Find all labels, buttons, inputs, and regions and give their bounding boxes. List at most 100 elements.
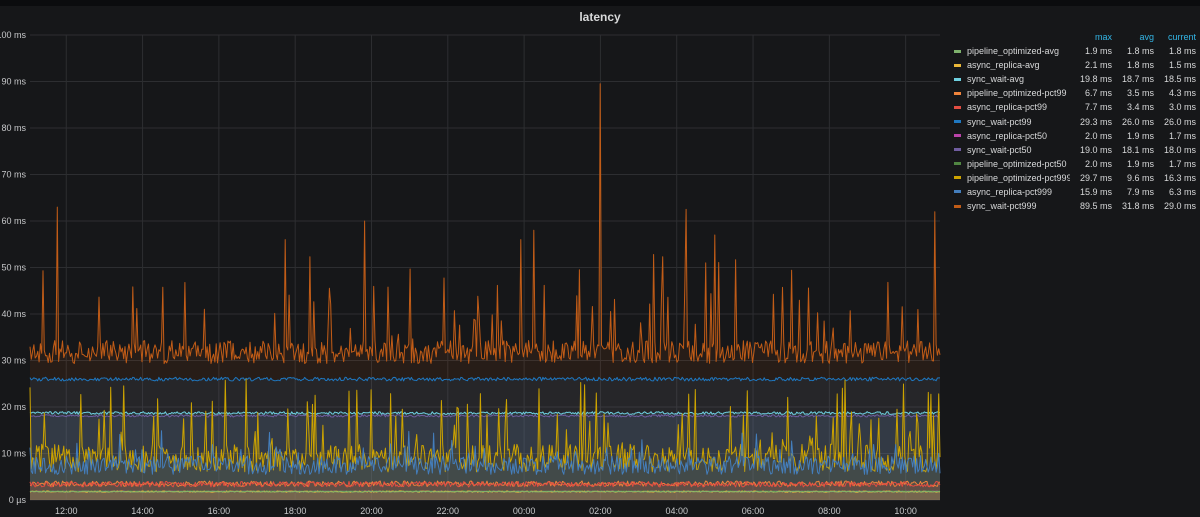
- legend-value-max: 19.0 ms: [1079, 144, 1112, 155]
- legend-value-max: 89.5 ms: [1079, 201, 1112, 212]
- y-tick-label: 100 ms: [0, 30, 26, 40]
- y-tick-label: 50 ms: [1, 263, 26, 273]
- legend-series-name[interactable]: pipeline_optimized-pct999: [967, 173, 1070, 183]
- y-tick-label: 60 ms: [1, 216, 26, 226]
- x-tick-label: 14:00: [131, 506, 154, 516]
- legend-series-name[interactable]: async_replica-avg: [967, 60, 1070, 70]
- legend-value-avg: 3.4 ms: [1126, 102, 1154, 113]
- x-tick-label: 06:00: [742, 506, 765, 516]
- legend-value-current: 4.3 ms: [1168, 88, 1196, 99]
- x-tick-label: 08:00: [818, 506, 841, 516]
- legend-series-name[interactable]: sync_wait-pct50: [967, 145, 1070, 155]
- legend-value-current: 3.0 ms: [1168, 102, 1196, 113]
- legend-value-current: 6.3 ms: [1168, 186, 1196, 197]
- legend-series-name[interactable]: pipeline_optimized-avg: [967, 46, 1070, 56]
- legend-value-max: 2.1 ms: [1084, 60, 1112, 71]
- legend-value-current: 16.3 ms: [1163, 172, 1196, 183]
- legend-value-max: 6.7 ms: [1084, 88, 1112, 99]
- legend-series-name[interactable]: async_replica-pct50: [967, 131, 1070, 141]
- x-tick-label: 02:00: [589, 506, 612, 516]
- legend-rows: pipeline_optimized-avg 1.9 ms 1.8 ms 1.8 ms…: [950, 44, 1196, 213]
- legend-col-current[interactable]: current: [1154, 32, 1196, 42]
- y-tick-label: 80 ms: [1, 123, 26, 133]
- legend-value-current: 1.7 ms: [1168, 158, 1196, 169]
- y-tick-label: 20 ms: [1, 402, 26, 412]
- legend-item[interactable]: sync_wait-pct50 19.0 ms 18.1 ms 18.0 ms: [950, 143, 1196, 157]
- legend-value-current: 1.7 ms: [1168, 130, 1196, 141]
- legend-value-avg: 7.9 ms: [1126, 186, 1154, 197]
- x-tick-label: 22:00: [437, 506, 460, 516]
- legend-value-avg: 1.9 ms: [1126, 158, 1154, 169]
- legend-series-name[interactable]: sync_wait-pct99: [967, 117, 1070, 127]
- legend-col-max[interactable]: max: [1070, 32, 1112, 42]
- legend: max avg current pipeline_optimized-avg 1.…: [950, 30, 1196, 213]
- legend-value-max: 7.7 ms: [1084, 102, 1112, 113]
- latency-panel: latency 0 µs 10 ms 20 ms 30 ms 40 ms 50 ms 60 …: [0, 0, 1200, 517]
- legend-value-max: 2.0 ms: [1084, 130, 1112, 141]
- legend-value-avg: 18.7 ms: [1121, 74, 1154, 85]
- legend-value-avg: 9.6 ms: [1126, 172, 1154, 183]
- x-tick-label: 18:00: [284, 506, 307, 516]
- legend-value-current: 1.8 ms: [1168, 46, 1196, 57]
- y-tick-label: 40 ms: [1, 309, 26, 319]
- y-tick-label: 30 ms: [1, 356, 26, 366]
- legend-series-name[interactable]: sync_wait-avg: [967, 74, 1070, 84]
- legend-series-name[interactable]: pipeline_optimized-pct99: [967, 88, 1070, 98]
- legend-value-avg: 31.8 ms: [1121, 201, 1154, 212]
- legend-item[interactable]: sync_wait-pct999 89.5 ms 31.8 ms 29.0 ms: [950, 199, 1196, 213]
- legend-swatch: [954, 204, 961, 208]
- legend-item[interactable]: pipeline_optimized-pct50 2.0 ms 1.9 ms 1.7 …: [950, 157, 1196, 171]
- legend-value-current: 18.5 ms: [1163, 74, 1196, 85]
- x-tick-label: 10:00: [894, 506, 917, 516]
- legend-item[interactable]: pipeline_optimized-avg 1.9 ms 1.8 ms 1.8 ms: [950, 44, 1196, 58]
- legend-value-avg: 1.8 ms: [1126, 60, 1154, 71]
- legend-value-max: 15.9 ms: [1079, 186, 1112, 197]
- legend-item[interactable]: pipeline_optimized-pct99 6.7 ms 3.5 ms 4.3 …: [950, 86, 1196, 100]
- legend-series-name[interactable]: async_replica-pct99: [967, 102, 1070, 112]
- legend-series-name[interactable]: pipeline_optimized-pct50: [967, 159, 1070, 169]
- legend-value-max: 1.9 ms: [1084, 46, 1112, 57]
- legend-item[interactable]: sync_wait-avg 19.8 ms 18.7 ms 18.5 ms: [950, 72, 1196, 86]
- y-tick-label: 0 µs: [9, 495, 27, 505]
- legend-item[interactable]: async_replica-pct99 7.7 ms 3.4 ms 3.0 ms: [950, 100, 1196, 114]
- latency-chart[interactable]: 0 µs 10 ms 20 ms 30 ms 40 ms 50 ms 60 ms 70 ms 8…: [0, 0, 945, 517]
- legend-value-current: 18.0 ms: [1163, 144, 1196, 155]
- legend-swatch: [954, 63, 961, 67]
- series-line-sync_wait-pct999: [29, 83, 941, 365]
- x-tick-label: 04:00: [665, 506, 688, 516]
- legend-swatch: [954, 49, 961, 53]
- legend-value-avg: 1.9 ms: [1126, 130, 1154, 141]
- legend-value-avg: 26.0 ms: [1121, 116, 1154, 127]
- legend-series-name[interactable]: sync_wait-pct999: [967, 201, 1070, 211]
- legend-swatch: [954, 105, 961, 109]
- legend-item[interactable]: pipeline_optimized-pct999 29.7 ms 9.6 ms 16…: [950, 171, 1196, 185]
- legend-col-avg[interactable]: avg: [1112, 32, 1154, 42]
- legend-value-max: 2.0 ms: [1084, 158, 1112, 169]
- legend-value-avg: 1.8 ms: [1126, 46, 1154, 57]
- legend-item[interactable]: async_replica-pct999 15.9 ms 7.9 ms 6.3 ms: [950, 185, 1196, 199]
- x-tick-label: 16:00: [208, 506, 231, 516]
- legend-value-current: 1.5 ms: [1168, 60, 1196, 71]
- legend-item[interactable]: async_replica-avg 2.1 ms 1.8 ms 1.5 ms: [950, 58, 1196, 72]
- legend-swatch: [954, 190, 961, 194]
- legend-swatch: [954, 91, 961, 95]
- legend-value-max: 29.7 ms: [1079, 172, 1112, 183]
- legend-swatch: [954, 77, 961, 81]
- y-tick-label: 10 ms: [1, 449, 26, 459]
- y-tick-label: 70 ms: [1, 170, 26, 180]
- series-area-pipeline_optimized-avg: [30, 491, 940, 500]
- legend-series-name[interactable]: async_replica-pct999: [967, 187, 1070, 197]
- legend-swatch: [954, 120, 961, 124]
- legend-value-max: 29.3 ms: [1079, 116, 1112, 127]
- x-tick-label: 12:00: [55, 506, 78, 516]
- legend-item[interactable]: async_replica-pct50 2.0 ms 1.9 ms 1.7 ms: [950, 129, 1196, 143]
- legend-value-avg: 18.1 ms: [1121, 144, 1154, 155]
- y-tick-label: 90 ms: [1, 77, 26, 87]
- legend-swatch: [954, 176, 961, 180]
- x-tick-label: 20:00: [360, 506, 383, 516]
- legend-item[interactable]: sync_wait-pct99 29.3 ms 26.0 ms 26.0 ms: [950, 114, 1196, 128]
- legend-value-current: 29.0 ms: [1163, 201, 1196, 212]
- x-tick-label: 00:00: [513, 506, 536, 516]
- legend-swatch: [954, 134, 961, 138]
- legend-value-current: 26.0 ms: [1163, 116, 1196, 127]
